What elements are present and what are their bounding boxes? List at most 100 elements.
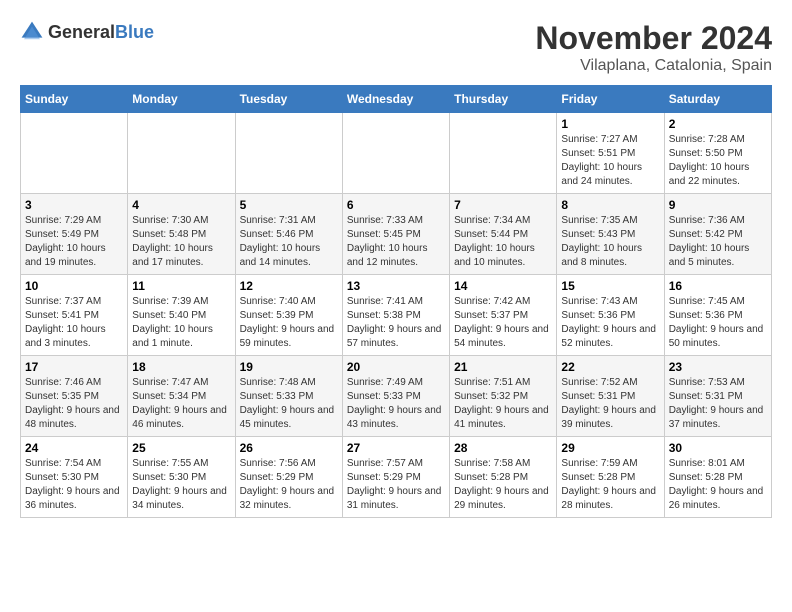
day-number: 8 bbox=[561, 198, 659, 212]
calendar-cell: 28 Sunrise: 7:58 AM Sunset: 5:28 PM Dayli… bbox=[450, 437, 557, 518]
week-row-0: 1Sunrise: 7:27 AM Sunset: 5:51 PM Daylig… bbox=[21, 113, 772, 194]
day-number: 17 bbox=[25, 360, 123, 374]
calendar-cell: 27Sunrise: 7:57 AM Sunset: 5:29 PM Dayli… bbox=[342, 437, 449, 518]
day-number: 14 bbox=[454, 279, 552, 293]
calendar-cell: 15Sunrise: 7:43 AM Sunset: 5:36 PM Dayli… bbox=[557, 275, 664, 356]
day-info: Sunrise: 7:34 AM Sunset: 5:44 PM Dayligh… bbox=[454, 214, 552, 270]
logo-general: General bbox=[48, 22, 115, 42]
calendar-cell: 25 Sunrise: 7:55 AM Sunset: 5:30 PM Dayli… bbox=[128, 437, 235, 518]
calendar-cell bbox=[21, 113, 128, 194]
day-number: 21 bbox=[454, 360, 552, 374]
calendar-cell: 12 Sunrise: 7:40 AM Sunset: 5:39 PM Dayli… bbox=[235, 275, 342, 356]
day-number: 13 bbox=[347, 279, 445, 293]
day-number: 5 bbox=[240, 198, 338, 212]
day-info: Sunrise: 7:31 AM Sunset: 5:46 PM Dayligh… bbox=[240, 214, 338, 270]
header-row: SundayMondayTuesdayWednesdayThursdayFrid… bbox=[21, 86, 772, 113]
calendar-cell: 18Sunrise: 7:47 AM Sunset: 5:34 PM Dayli… bbox=[128, 356, 235, 437]
calendar-cell: 26 Sunrise: 7:56 AM Sunset: 5:29 PM Dayli… bbox=[235, 437, 342, 518]
day-number: 26 bbox=[240, 441, 338, 455]
calendar-cell: 1Sunrise: 7:27 AM Sunset: 5:51 PM Daylig… bbox=[557, 113, 664, 194]
header-day-thursday: Thursday bbox=[450, 86, 557, 113]
day-number: 7 bbox=[454, 198, 552, 212]
calendar-cell: 19 Sunrise: 7:48 AM Sunset: 5:33 PM Dayli… bbox=[235, 356, 342, 437]
calendar-table: SundayMondayTuesdayWednesdayThursdayFrid… bbox=[20, 85, 772, 518]
day-info: Sunrise: 7:42 AM Sunset: 5:37 PM Dayligh… bbox=[454, 295, 552, 351]
calendar-cell bbox=[235, 113, 342, 194]
logo: GeneralBlue bbox=[20, 20, 154, 44]
header-day-tuesday: Tuesday bbox=[235, 86, 342, 113]
day-info: Sunrise: 7:29 AM Sunset: 5:49 PM Dayligh… bbox=[25, 214, 123, 270]
day-number: 19 bbox=[240, 360, 338, 374]
calendar-cell: 20 Sunrise: 7:49 AM Sunset: 5:33 PM Dayli… bbox=[342, 356, 449, 437]
header-day-sunday: Sunday bbox=[21, 86, 128, 113]
week-row-3: 17 Sunrise: 7:46 AM Sunset: 5:35 PM Dayli… bbox=[21, 356, 772, 437]
day-info: Sunrise: 7:49 AM Sunset: 5:33 PM Dayligh… bbox=[347, 376, 445, 432]
day-info: Sunrise: 7:51 AM Sunset: 5:32 PM Dayligh… bbox=[454, 376, 552, 432]
day-number: 25 bbox=[132, 441, 230, 455]
day-info: Sunrise: 7:58 AM Sunset: 5:28 PM Dayligh… bbox=[454, 457, 552, 513]
day-number: 18 bbox=[132, 360, 230, 374]
calendar-cell: 23Sunrise: 7:53 AM Sunset: 5:31 PM Dayli… bbox=[664, 356, 771, 437]
day-number: 6 bbox=[347, 198, 445, 212]
day-number: 24 bbox=[25, 441, 123, 455]
location-title: Vilaplana, Catalonia, Spain bbox=[535, 57, 772, 75]
day-number: 20 bbox=[347, 360, 445, 374]
day-info: Sunrise: 7:41 AM Sunset: 5:38 PM Dayligh… bbox=[347, 295, 445, 351]
day-info: Sunrise: 7:57 AM Sunset: 5:29 PM Dayligh… bbox=[347, 457, 445, 513]
calendar-cell: 16Sunrise: 7:45 AM Sunset: 5:36 PM Dayli… bbox=[664, 275, 771, 356]
header-day-monday: Monday bbox=[128, 86, 235, 113]
header-day-friday: Friday bbox=[557, 86, 664, 113]
month-title: November 2024 bbox=[535, 20, 772, 57]
day-info: Sunrise: 7:40 AM Sunset: 5:39 PM Dayligh… bbox=[240, 295, 338, 351]
logo-text: GeneralBlue bbox=[48, 22, 154, 43]
calendar-cell: 29 Sunrise: 7:59 AM Sunset: 5:28 PM Dayli… bbox=[557, 437, 664, 518]
calendar-cell: 13 Sunrise: 7:41 AM Sunset: 5:38 PM Dayli… bbox=[342, 275, 449, 356]
day-number: 29 bbox=[561, 441, 659, 455]
calendar-cell bbox=[128, 113, 235, 194]
calendar-cell: 24 Sunrise: 7:54 AM Sunset: 5:30 PM Dayli… bbox=[21, 437, 128, 518]
day-info: Sunrise: 7:52 AM Sunset: 5:31 PM Dayligh… bbox=[561, 376, 659, 432]
week-row-4: 24 Sunrise: 7:54 AM Sunset: 5:30 PM Dayli… bbox=[21, 437, 772, 518]
day-info: Sunrise: 7:35 AM Sunset: 5:43 PM Dayligh… bbox=[561, 214, 659, 270]
day-info: Sunrise: 7:28 AM Sunset: 5:50 PM Dayligh… bbox=[669, 133, 767, 189]
day-info: Sunrise: 7:48 AM Sunset: 5:33 PM Dayligh… bbox=[240, 376, 338, 432]
day-info: Sunrise: 7:56 AM Sunset: 5:29 PM Dayligh… bbox=[240, 457, 338, 513]
day-number: 12 bbox=[240, 279, 338, 293]
calendar-cell: 30Sunrise: 8:01 AM Sunset: 5:28 PM Dayli… bbox=[664, 437, 771, 518]
calendar-cell bbox=[342, 113, 449, 194]
day-info: Sunrise: 8:01 AM Sunset: 5:28 PM Dayligh… bbox=[669, 457, 767, 513]
calendar-cell: 7 Sunrise: 7:34 AM Sunset: 5:44 PM Daylig… bbox=[450, 194, 557, 275]
logo-blue: Blue bbox=[115, 22, 154, 42]
day-number: 28 bbox=[454, 441, 552, 455]
day-number: 4 bbox=[132, 198, 230, 212]
day-info: Sunrise: 7:30 AM Sunset: 5:48 PM Dayligh… bbox=[132, 214, 230, 270]
day-info: Sunrise: 7:54 AM Sunset: 5:30 PM Dayligh… bbox=[25, 457, 123, 513]
calendar-cell: 6 Sunrise: 7:33 AM Sunset: 5:45 PM Daylig… bbox=[342, 194, 449, 275]
calendar-cell bbox=[450, 113, 557, 194]
calendar-cell: 21 Sunrise: 7:51 AM Sunset: 5:32 PM Dayli… bbox=[450, 356, 557, 437]
logo-icon bbox=[20, 20, 44, 44]
calendar-cell: 5 Sunrise: 7:31 AM Sunset: 5:46 PM Daylig… bbox=[235, 194, 342, 275]
day-number: 22 bbox=[561, 360, 659, 374]
calendar-cell: 4 Sunrise: 7:30 AM Sunset: 5:48 PM Daylig… bbox=[128, 194, 235, 275]
calendar-header: SundayMondayTuesdayWednesdayThursdayFrid… bbox=[21, 86, 772, 113]
day-info: Sunrise: 7:45 AM Sunset: 5:36 PM Dayligh… bbox=[669, 295, 767, 351]
day-info: Sunrise: 7:33 AM Sunset: 5:45 PM Dayligh… bbox=[347, 214, 445, 270]
day-number: 23 bbox=[669, 360, 767, 374]
calendar-cell: 3 Sunrise: 7:29 AM Sunset: 5:49 PM Daylig… bbox=[21, 194, 128, 275]
day-info: Sunrise: 7:46 AM Sunset: 5:35 PM Dayligh… bbox=[25, 376, 123, 432]
day-number: 1 bbox=[561, 117, 659, 131]
day-number: 3 bbox=[25, 198, 123, 212]
header: GeneralBlue November 2024 Vilaplana, Cat… bbox=[20, 20, 772, 75]
calendar-cell: 14 Sunrise: 7:42 AM Sunset: 5:37 PM Dayli… bbox=[450, 275, 557, 356]
week-row-2: 10Sunrise: 7:37 AM Sunset: 5:41 PM Dayli… bbox=[21, 275, 772, 356]
day-number: 10 bbox=[25, 279, 123, 293]
header-day-saturday: Saturday bbox=[664, 86, 771, 113]
calendar-body: 1Sunrise: 7:27 AM Sunset: 5:51 PM Daylig… bbox=[21, 113, 772, 518]
calendar-cell: 22 Sunrise: 7:52 AM Sunset: 5:31 PM Dayli… bbox=[557, 356, 664, 437]
day-info: Sunrise: 7:55 AM Sunset: 5:30 PM Dayligh… bbox=[132, 457, 230, 513]
calendar-cell: 11Sunrise: 7:39 AM Sunset: 5:40 PM Dayli… bbox=[128, 275, 235, 356]
day-info: Sunrise: 7:39 AM Sunset: 5:40 PM Dayligh… bbox=[132, 295, 230, 351]
day-info: Sunrise: 7:59 AM Sunset: 5:28 PM Dayligh… bbox=[561, 457, 659, 513]
calendar-cell: 17 Sunrise: 7:46 AM Sunset: 5:35 PM Dayli… bbox=[21, 356, 128, 437]
